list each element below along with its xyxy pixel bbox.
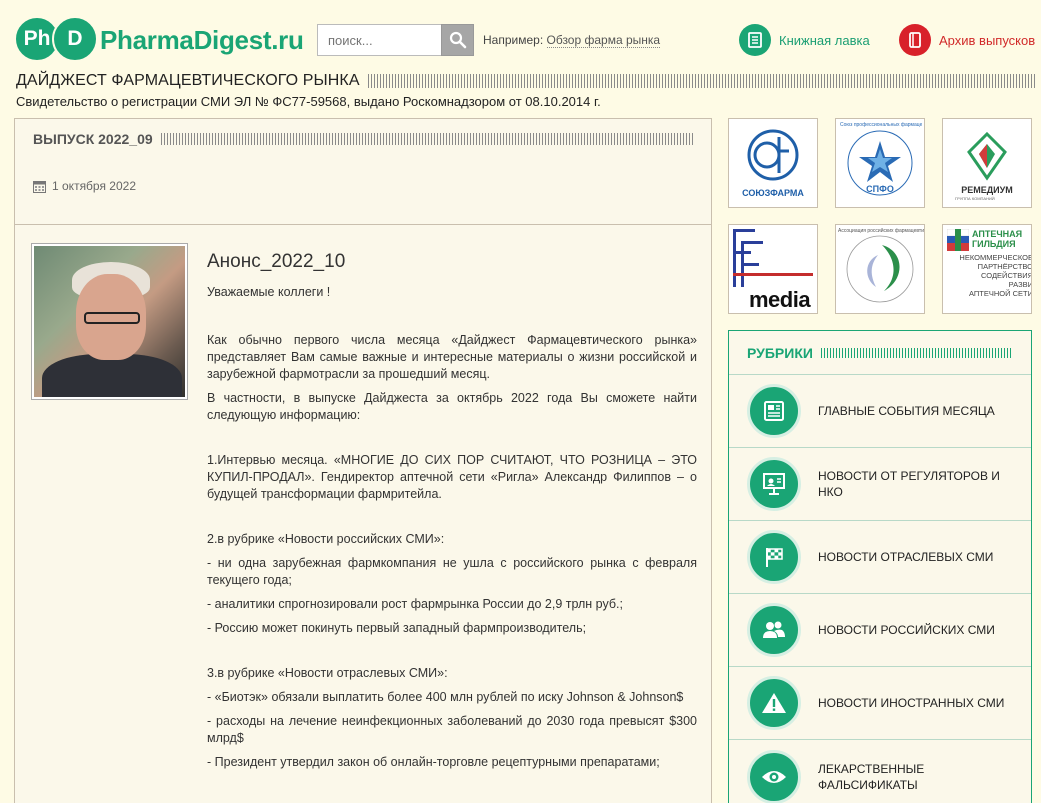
search-input[interactable] [317,24,441,56]
article-body: Анонс_2022_10 Уважаемые коллеги ! Как об… [207,252,697,778]
registration-certificate: Свидетельство о регистрации СМИ ЭЛ № ФС7… [16,94,601,109]
calendar-icon [33,180,46,193]
article-title[interactable]: Анонс_2022_10 [207,252,697,271]
partner-soyuzfarma[interactable]: СОЮЗФАРМА [728,118,818,208]
site-logo[interactable]: Ph D PharmaDigest.ru [14,16,304,64]
rubric-item-industry-media[interactable]: НОВОСТИ ОТРАСЛЕВЫХ СМИ [729,521,1031,594]
site-title-bar: ДАЙДЖЕСТ ФАРМАЦЕВТИЧЕСКОГО РЫНКА [16,72,1036,90]
article-paragraph: 1.Интервью месяца. «МНОГИЕ ДО СИХ ПОР СЧ… [207,453,697,501]
example-link[interactable]: Обзор фарма рынка [546,33,661,48]
guild-label: АПТЕЧНАЯ ГИЛЬДИЯ [972,229,1023,249]
site-title: ДАЙДЖЕСТ ФАРМАЦЕВТИЧЕСКОГО РЫНКА [16,72,360,89]
eye-icon [747,749,801,803]
logo-d-circle: D [52,16,98,62]
checkered-flag-icon [747,530,801,584]
main-content: ВЫПУСК 2022_09 1 октября 2022 Анонс_2022… [14,118,712,803]
bookshop-label: Книжная лавка [779,32,870,48]
rubric-label: НОВОСТИ ОТ РЕГУЛЯТОРОВ И НКО [818,469,1000,499]
article-paragraph: Уважаемые коллеги ! [207,285,331,299]
remedium-label: РЕМЕДИУМ [961,184,1013,195]
rubric-item-russian-media[interactable]: НОВОСТИ РОССИЙСКИХ СМИ [729,594,1031,667]
rubric-label: НОВОСТИ РОССИЙСКИХ СМИ [818,623,995,637]
newspaper-icon [747,384,801,438]
rubric-label: НОВОСТИ ИНОСТРАННЫХ СМИ [818,696,1005,710]
article-paragraph: - Президент утвердил закон об онлайн-тор… [207,755,660,769]
spfo-label: СПФО [866,184,894,194]
remedium-logo [967,131,1007,181]
association-ring-text: Ассоциация российских фармацевтических п… [838,228,924,234]
archive-icon [899,24,931,56]
search-example: Например: Обзор фарма рынка [483,33,661,48]
issue-date-text: 1 октября 2022 [52,179,136,193]
soyuzfarma-logo [747,129,799,180]
article-paragraph: 3.в рубрике «Новости отраслевых СМИ»: [207,666,448,680]
users-icon [747,603,801,657]
partner-remedium[interactable]: РЕМЕДИУМ ГРУППА КОМПАНИЙ [942,118,1032,208]
author-photo[interactable] [31,243,188,400]
rubrics-title: РУБРИКИ [747,344,813,361]
partner-association[interactable]: Ассоциация российских фармацевтических п… [835,224,925,314]
article-paragraph: - Россию может покинуть первый западный … [207,621,587,635]
partner-pharmacy-guild[interactable]: АПТЕЧНАЯ ГИЛЬДИЯ НЕКОММЕРЧЕСКОЕ ПАРТНЁРС… [942,224,1032,314]
search-icon [449,31,466,49]
rubric-label: НОВОСТИ ОТРАСЛЕВЫХ СМИ [818,550,994,564]
partner-logos: СОЮЗФАРМА Союз профессиональных фармацев… [728,118,1032,314]
archive-link[interactable]: Архив выпусков [899,24,1035,56]
article-paragraph: - аналитики спрогнозировали рост фармрын… [207,597,623,611]
warning-icon [747,676,801,730]
article-paragraph: В частности, в выпуске Дайджеста за октя… [207,391,697,422]
search-form [317,24,474,56]
bookshop-link[interactable]: Книжная лавка [739,24,870,56]
partner-ffmedia[interactable]: media [728,224,818,314]
rubrics-header: РУБРИКИ [729,331,1031,375]
ffmedia-logo [733,229,813,287]
rubrics-panel: РУБРИКИ ГЛАВНЫЕ СОБЫТИЯ МЕСЯЦА НОВОСТИ О… [728,330,1032,803]
soyuzfarma-label: СОЮЗФАРМА [742,187,804,198]
spfo-ring-text: Союз профессиональных фармацевтических о… [840,122,922,128]
rubric-item-foreign-media[interactable]: НОВОСТИ ИНОСТРАННЫХ СМИ [729,667,1031,740]
issue-header: ВЫПУСК 2022_09 1 октября 2022 [15,119,711,225]
issue-hatch [160,133,693,145]
rubric-label: ГЛАВНЫЕ СОБЫТИЯ МЕСЯЦА [818,404,995,418]
example-prefix: Например: [483,33,544,47]
rubric-item-counterfeits[interactable]: ЛЕКАРСТВЕННЫЕ ФАЛЬСИФИКАТЫ [729,740,1031,803]
partner-spfo[interactable]: Союз профессиональных фармацевтических о… [835,118,925,208]
article-paragraph: - «Биотэк» обязали выплатить более 400 м… [207,690,684,704]
ffmedia-label: media [749,287,811,312]
article-paragraph: - расходы на лечение неинфекционных забо… [207,714,697,745]
presentation-icon [747,457,801,511]
association-logo [846,235,914,303]
logo-text: PharmaDigest.ru [100,24,304,55]
archive-label: Архив выпусков [939,32,1036,48]
rubrics-hatch [820,347,1013,358]
rubric-item-main-events[interactable]: ГЛАВНЫЕ СОБЫТИЯ МЕСЯЦА [729,375,1031,448]
remedium-sub: ГРУППА КОМПАНИЙ [955,196,995,201]
title-hatch [367,74,1036,88]
article-paragraph: 2.в рубрике «Новости российских СМИ»: [207,532,445,546]
guild-subtext: НЕКОММЕРЧЕСКОЕ ПАРТНЁРСТВО СОДЕЙСТВИЯ РА… [959,253,1032,298]
article-paragraph: Как обычно первого числа месяца «Дайджес… [207,333,697,381]
issue-date: 1 октября 2022 [33,179,693,193]
search-button[interactable] [441,24,474,56]
article-paragraph: - ни одна зарубежная фармкомпания не ушл… [207,556,697,587]
rubric-item-regulators[interactable]: НОВОСТИ ОТ РЕГУЛЯТОРОВ И НКО [729,448,1031,521]
book-icon [739,24,771,56]
issue-title: ВЫПУСК 2022_09 [33,131,153,147]
guild-flag-icon [947,229,969,251]
rubric-label: ЛЕКАРСТВЕННЫЕ ФАЛЬСИФИКАТЫ [818,761,925,792]
